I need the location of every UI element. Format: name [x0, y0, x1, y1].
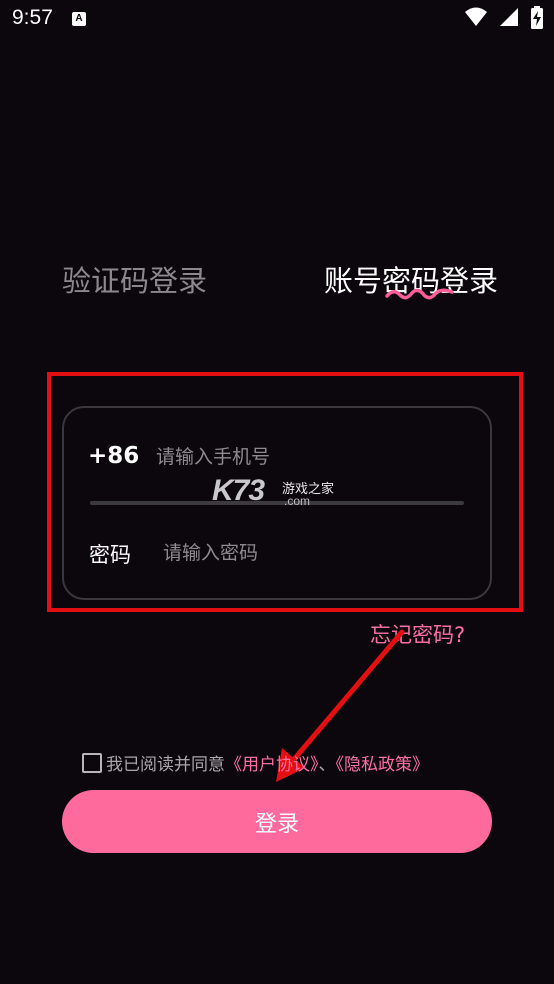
status-bar: 9:57 A [0, 0, 554, 38]
password-label: 密码 [89, 543, 131, 567]
status-icons [458, 6, 544, 32]
user-agreement-link[interactable]: 《用户协议》 [225, 755, 319, 775]
privacy-policy-link[interactable]: 《隐私政策》 [336, 755, 430, 775]
watermark: K73 游戏之家 .com [212, 474, 334, 508]
signal-icon [499, 8, 518, 26]
phone-input[interactable] [156, 442, 456, 472]
wifi-icon [464, 7, 487, 26]
active-tab-indicator [385, 288, 454, 300]
tab-sms-login[interactable]: 验证码登录 [62, 258, 207, 300]
watermark-logo: K73 [212, 474, 265, 507]
agreement-checkbox[interactable] [82, 753, 102, 773]
form-divider [90, 501, 464, 505]
notification-a-icon: A [72, 12, 86, 26]
agreement-separator: 、 [318, 755, 336, 775]
login-button[interactable]: 登录 [62, 790, 492, 853]
forgot-password-link[interactable]: 忘记密码? [370, 619, 465, 649]
status-time: 9:57 [12, 6, 53, 29]
agreement-text: 我已阅读并同意《用户协议》、《隐私政策》 [106, 750, 429, 775]
country-code[interactable]: +86 [88, 443, 139, 469]
agreement-prefix: 我已阅读并同意 [106, 755, 225, 775]
password-input[interactable] [163, 538, 463, 568]
watermark-domain: .com [284, 494, 311, 508]
battery-charging-icon [531, 6, 543, 29]
